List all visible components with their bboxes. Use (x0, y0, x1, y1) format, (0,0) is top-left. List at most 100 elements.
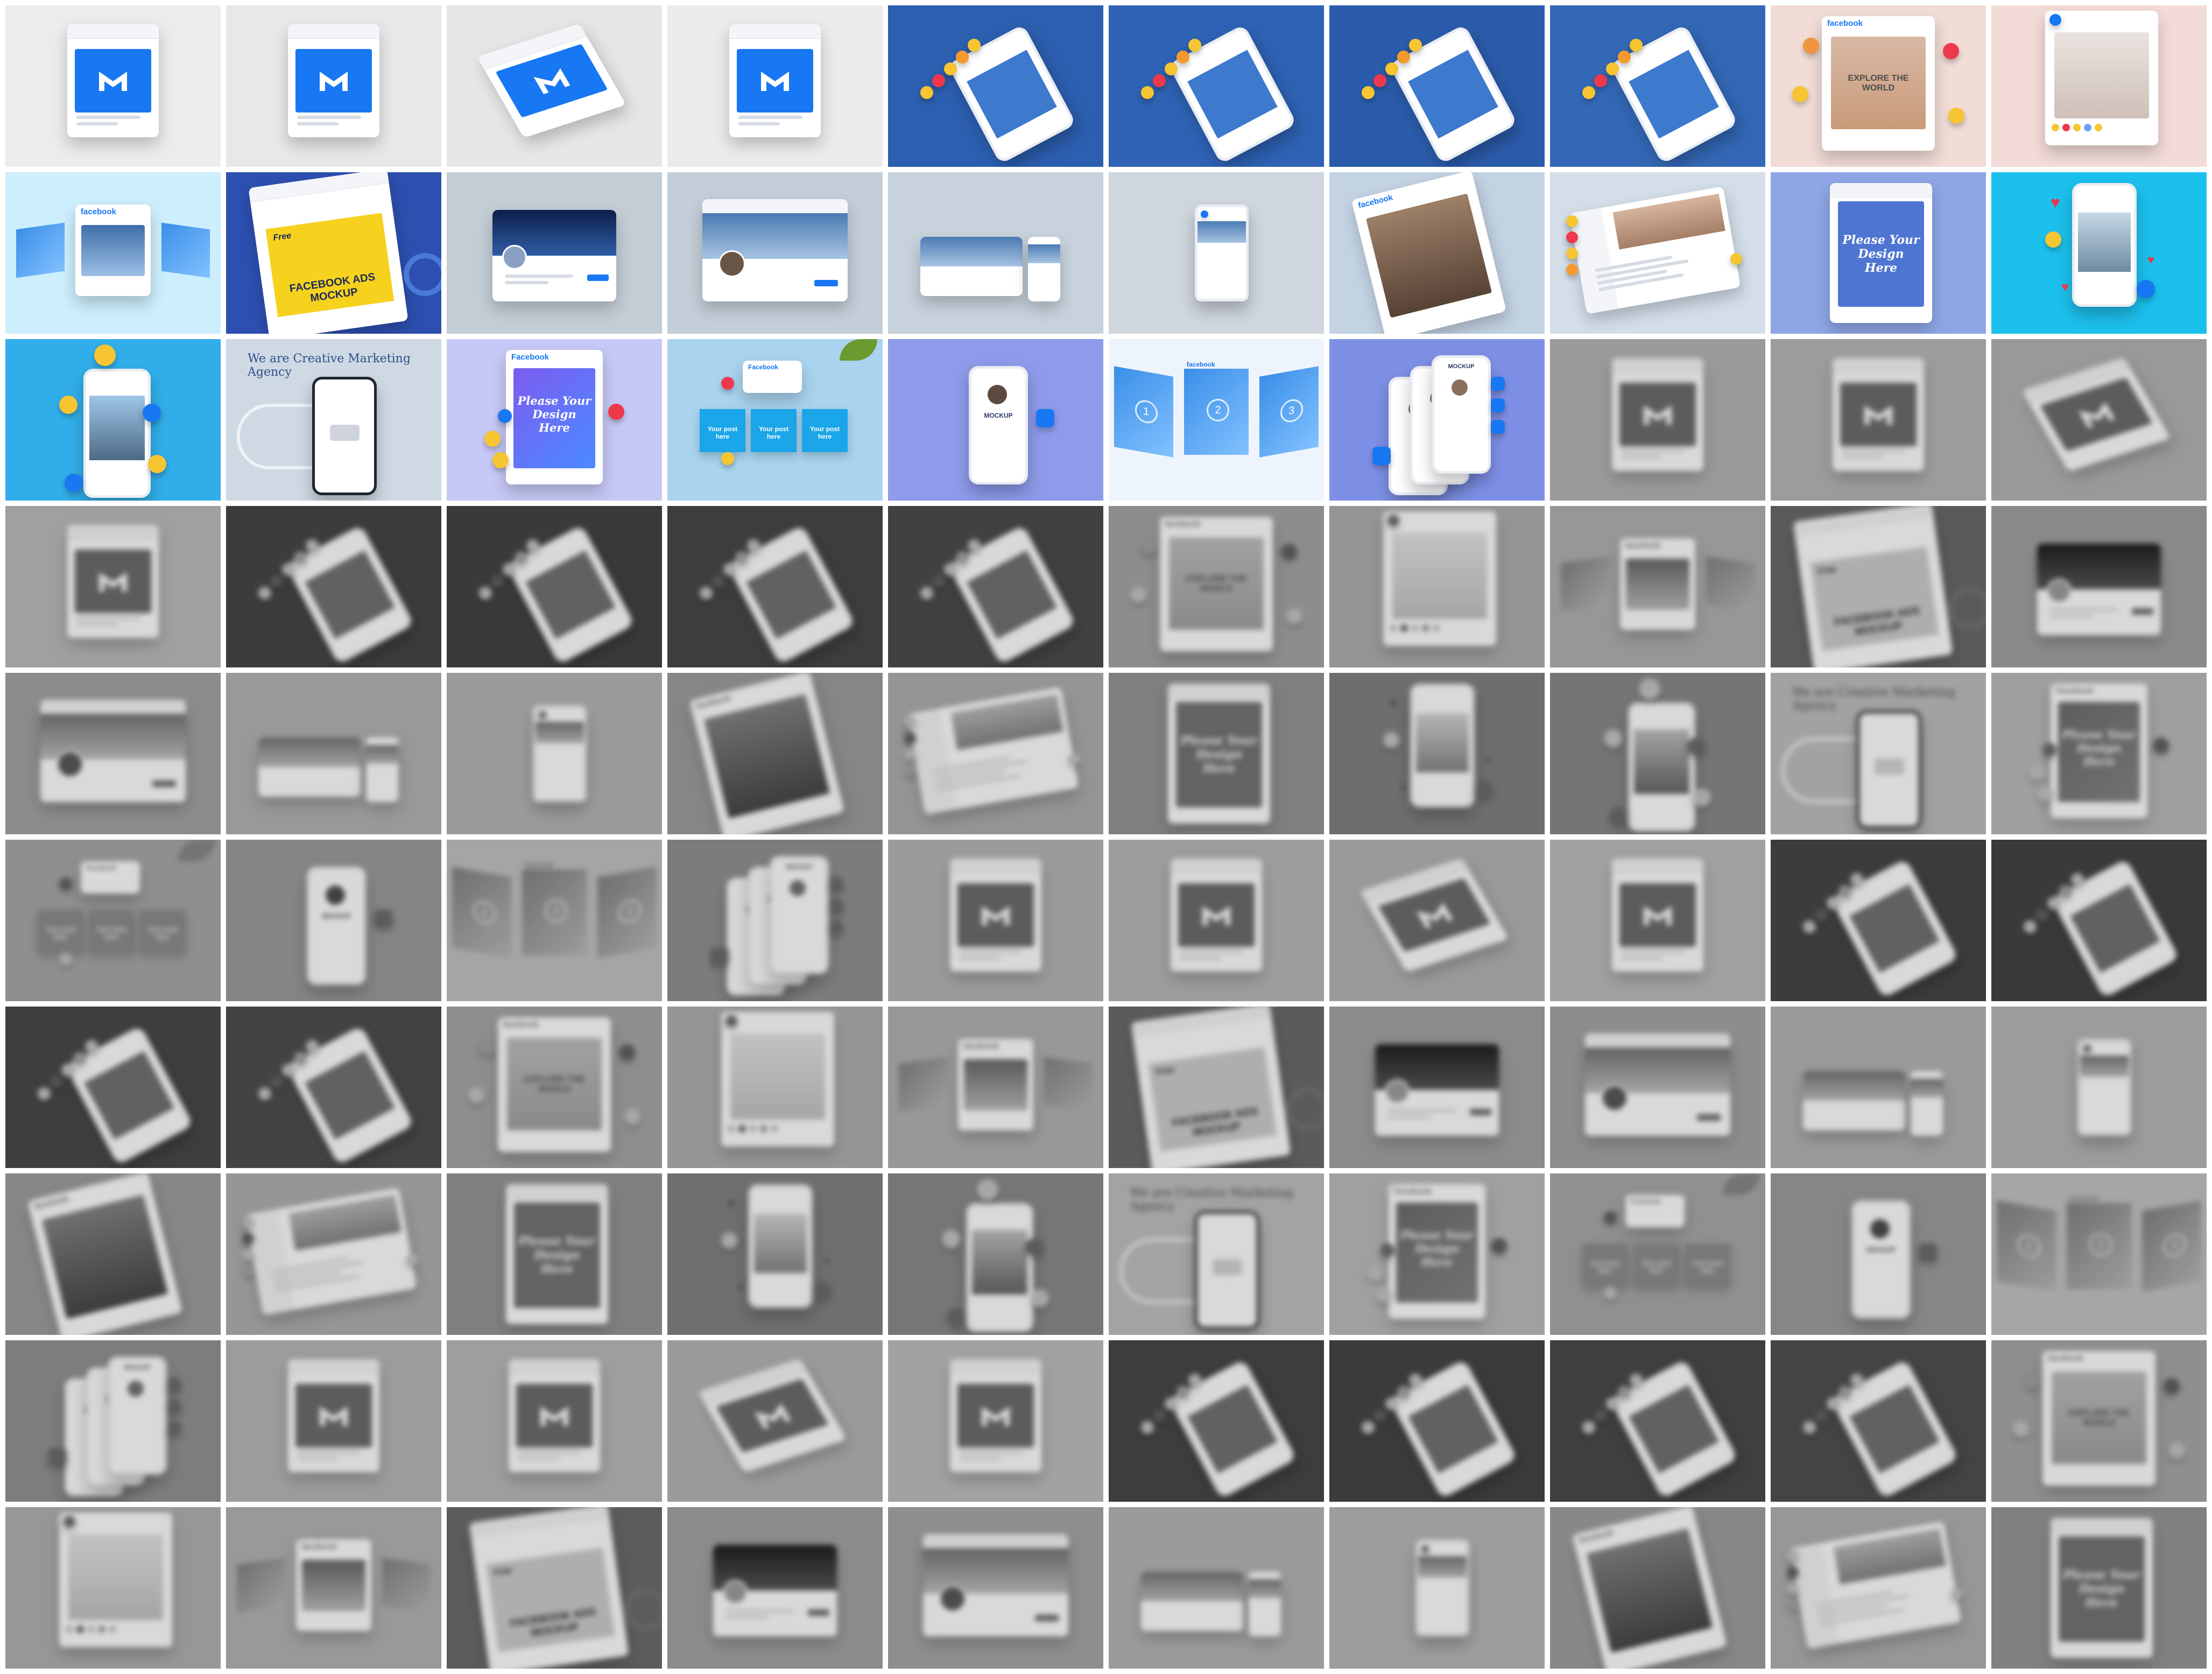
mockup-thumbnail[interactable] (1771, 840, 1986, 1001)
mockup-thumbnail[interactable] (226, 1340, 441, 1502)
mockup-thumbnail[interactable] (226, 5, 441, 167)
mockup-thumbnail[interactable]: facebook (1550, 1507, 1765, 1669)
mockup-thumbnail[interactable]: Free FACEBOOK ADS MOCKUP (1109, 1007, 1324, 1168)
mockup-thumbnail[interactable]: facebook (667, 673, 883, 834)
mockup-thumbnail[interactable]: MOCKUP (1771, 1173, 1986, 1335)
mockup-thumbnail[interactable] (447, 5, 662, 167)
mockup-thumbnail[interactable]: We are Creative Marketing Agency (226, 339, 441, 501)
mockup-thumbnail[interactable] (1109, 1507, 1324, 1669)
mockup-thumbnail[interactable]: 1 2 3 facebook (447, 840, 662, 1001)
mockup-thumbnail[interactable] (667, 5, 883, 167)
mockup-thumbnail[interactable] (888, 506, 1103, 667)
mockup-thumbnail[interactable]: MOCKUP (5, 1340, 221, 1502)
mockup-thumbnail[interactable] (1550, 1340, 1765, 1502)
mockup-thumbnail[interactable]: Facebook Please Your Design Here (1329, 1173, 1545, 1335)
mockup-thumbnail[interactable] (1550, 5, 1765, 167)
mockup-thumbnail[interactable] (888, 840, 1103, 1001)
mockup-thumbnail[interactable] (447, 172, 662, 334)
mockup-thumbnail[interactable]: 1 2 3 facebook (1109, 339, 1324, 501)
mockup-thumbnail[interactable]: ♥ ♥ ♥ (667, 1173, 883, 1335)
mockup-thumbnail[interactable] (226, 506, 441, 667)
mockup-thumbnail[interactable]: facebook (5, 172, 221, 334)
mockup-thumbnail[interactable]: Please Your Design Here (447, 1173, 662, 1335)
mockup-thumbnail[interactable] (1329, 1007, 1545, 1168)
mockup-thumbnail[interactable]: MOCKUP (226, 840, 441, 1001)
mockup-thumbnail[interactable] (447, 1340, 662, 1502)
mockup-thumbnail[interactable] (1109, 1340, 1324, 1502)
mockup-thumbnail[interactable]: Please Your Design Here (1991, 1507, 2207, 1669)
mockup-thumbnail[interactable]: Facebook Your post here Your post here Your… (667, 339, 883, 501)
mockup-thumbnail[interactable] (1771, 1007, 1986, 1168)
mockup-thumbnail[interactable] (5, 339, 221, 501)
mockup-thumbnail[interactable] (1329, 1507, 1545, 1669)
mockup-thumbnail[interactable] (1550, 673, 1765, 834)
mockup-thumbnail[interactable]: facebook EXPLORE THE WORLD (447, 1007, 662, 1168)
mockup-thumbnail[interactable] (5, 1507, 221, 1669)
mockup-thumbnail[interactable] (226, 673, 441, 834)
mockup-thumbnail[interactable]: Free FACEBOOK ADS MOCKUP (447, 1507, 662, 1669)
mockup-thumbnail[interactable]: 1 2 3 facebook (1991, 1173, 2207, 1335)
mockup-thumbnail[interactable]: MOCKUP (888, 339, 1103, 501)
mockup-thumbnail[interactable]: Facebook Your post here Your post here Your… (1550, 1173, 1765, 1335)
mockup-thumbnail[interactable] (667, 506, 883, 667)
mockup-thumbnail[interactable] (1771, 1340, 1986, 1502)
mockup-thumbnail[interactable] (1771, 1507, 1986, 1669)
mockup-thumbnail[interactable] (1550, 840, 1765, 1001)
mockup-thumbnail[interactable] (1109, 5, 1324, 167)
mockup-thumbnail[interactable] (5, 1007, 221, 1168)
mockup-thumbnail[interactable] (888, 172, 1103, 334)
mockup-thumbnail[interactable] (1109, 172, 1324, 334)
mockup-thumbnail[interactable] (1329, 1340, 1545, 1502)
mockup-thumbnail[interactable]: Please Your Design Here (1109, 673, 1324, 834)
mockup-thumbnail[interactable]: Facebook Please Your Design Here (447, 339, 662, 501)
mockup-thumbnail[interactable]: facebook (1550, 506, 1765, 667)
mockup-thumbnail[interactable] (1991, 506, 2207, 667)
mockup-thumbnail[interactable] (667, 1340, 883, 1502)
mockup-thumbnail[interactable]: facebook EXPLORE THE WORLD (1771, 5, 1986, 167)
mockup-thumbnail[interactable] (1329, 506, 1545, 667)
mockup-thumbnail[interactable]: facebook EXPLORE THE WORLD (1109, 506, 1324, 667)
mockup-thumbnail[interactable] (1771, 339, 1986, 501)
mockup-thumbnail[interactable] (447, 673, 662, 834)
mockup-thumbnail[interactable]: ♥ ♥ ♥ (1329, 673, 1545, 834)
mockup-thumbnail[interactable]: Free FACEBOOK ADS MOCKUP (1771, 506, 1986, 667)
mockup-thumbnail[interactable]: We are Creative Marketing Agency (1771, 673, 1986, 834)
mockup-thumbnail[interactable]: facebook EXPLORE THE WORLD (1991, 1340, 2207, 1502)
mockup-thumbnail[interactable] (447, 506, 662, 667)
mockup-thumbnail[interactable]: We are Creative Marketing Agency (1109, 1173, 1324, 1335)
mockup-thumbnail[interactable] (1550, 1007, 1765, 1168)
mockup-thumbnail[interactable] (5, 506, 221, 667)
mockup-thumbnail[interactable] (888, 1507, 1103, 1669)
mockup-thumbnail[interactable]: Facebook Please Your Design Here (1991, 673, 2207, 834)
mockup-thumbnail[interactable] (1991, 840, 2207, 1001)
mockup-thumbnail[interactable] (1991, 5, 2207, 167)
mockup-thumbnail[interactable] (1550, 339, 1765, 501)
mockup-thumbnail[interactable] (226, 1007, 441, 1168)
mockup-thumbnail[interactable] (888, 1173, 1103, 1335)
mockup-thumbnail[interactable]: MOCKUP (667, 840, 883, 1001)
mockup-thumbnail[interactable] (1991, 339, 2207, 501)
mockup-thumbnail[interactable]: Please Your Design Here (1771, 172, 1986, 334)
mockup-thumbnail[interactable]: Free FACEBOOK ADS MOCKUP (226, 172, 441, 334)
mockup-thumbnail[interactable]: MOCKUP (1329, 339, 1545, 501)
mockup-thumbnail[interactable] (226, 1173, 441, 1335)
mockup-thumbnail[interactable] (888, 5, 1103, 167)
mockup-thumbnail[interactable] (1550, 172, 1765, 334)
mockup-thumbnail[interactable]: facebook (226, 1507, 441, 1669)
mockup-thumbnail[interactable]: ♥ ♥ ♥ (1991, 172, 2207, 334)
mockup-thumbnail[interactable]: facebook (1329, 172, 1545, 334)
mockup-thumbnail[interactable] (5, 673, 221, 834)
mockup-thumbnail[interactable]: Facebook Your post here Your post here Your… (5, 840, 221, 1001)
mockup-thumbnail[interactable] (667, 1007, 883, 1168)
mockup-thumbnail[interactable] (667, 172, 883, 334)
mockup-thumbnail[interactable] (888, 1340, 1103, 1502)
mockup-thumbnail[interactable]: facebook (5, 1173, 221, 1335)
mockup-thumbnail[interactable] (1329, 840, 1545, 1001)
mockup-thumbnail[interactable] (888, 673, 1103, 834)
mockup-thumbnail[interactable] (1991, 1007, 2207, 1168)
mockup-thumbnail[interactable] (5, 5, 221, 167)
mockup-thumbnail[interactable] (667, 1507, 883, 1669)
mockup-thumbnail[interactable]: facebook (888, 1007, 1103, 1168)
mockup-thumbnail[interactable] (1109, 840, 1324, 1001)
mockup-thumbnail[interactable] (1329, 5, 1545, 167)
